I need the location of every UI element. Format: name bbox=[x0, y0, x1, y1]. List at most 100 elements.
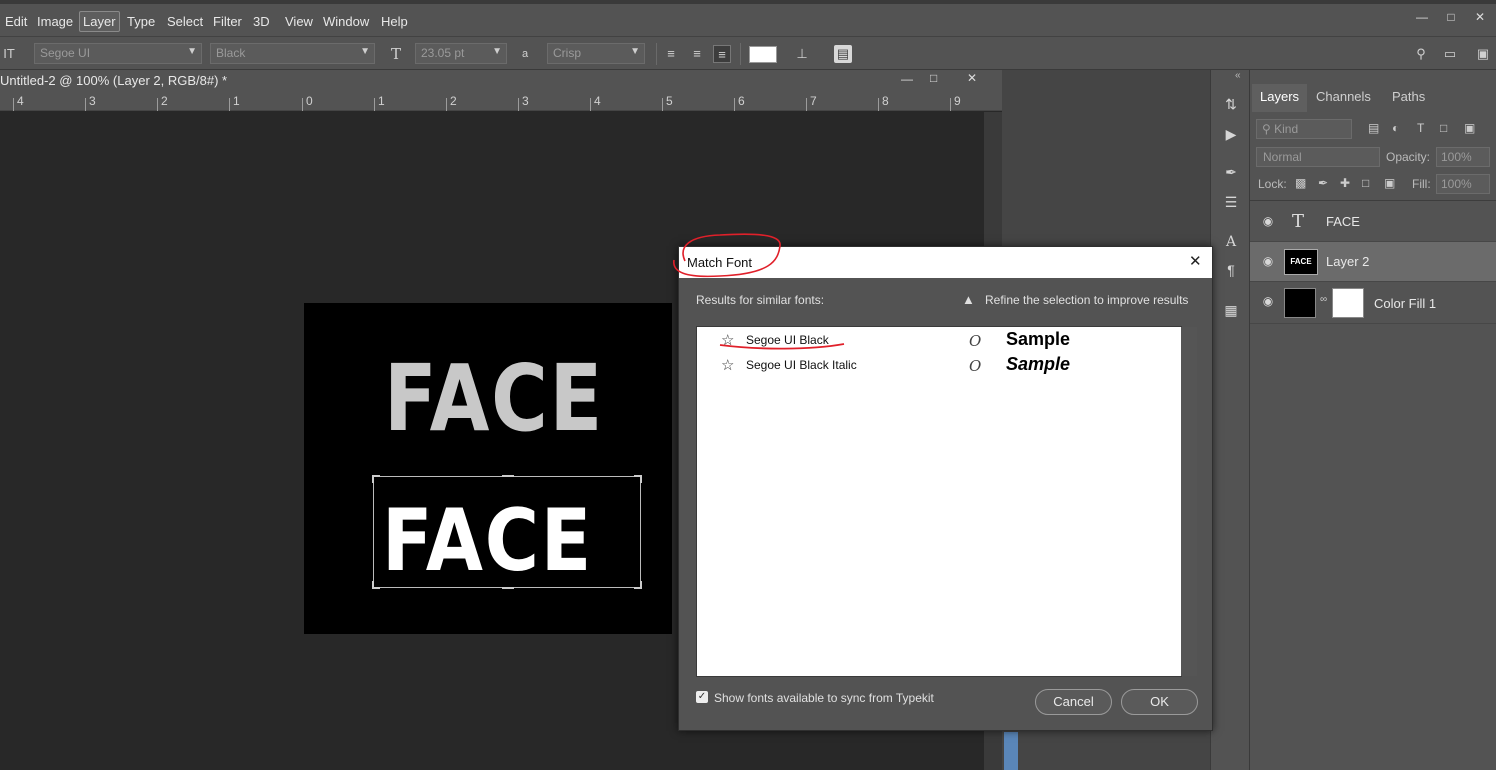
cancel-button[interactable]: Cancel bbox=[1035, 689, 1112, 715]
menu-bar: Edit Image Layer Type Select Filter 3D V… bbox=[0, 0, 1496, 36]
menu-edit[interactable]: Edit bbox=[2, 12, 30, 31]
lock-artboard-icon[interactable]: □ bbox=[1362, 176, 1369, 190]
document-canvas[interactable]: FACE FACE bbox=[304, 303, 672, 634]
opacity-label: Opacity: bbox=[1386, 150, 1431, 164]
results-scrollbar[interactable] bbox=[1181, 327, 1197, 676]
transform-handle[interactable] bbox=[502, 475, 514, 477]
smart-object-filter-icon[interactable]: ▣ bbox=[1464, 121, 1475, 135]
share-icon[interactable]: ▣ bbox=[1474, 45, 1492, 63]
adjustments-icon[interactable]: ☰ bbox=[1221, 192, 1241, 212]
transform-handle[interactable] bbox=[372, 581, 380, 589]
menu-view[interactable]: View bbox=[282, 12, 316, 31]
character-icon[interactable]: A bbox=[1221, 232, 1241, 252]
kind-filter-select[interactable]: ⚲ Kind bbox=[1256, 119, 1352, 139]
document-tab[interactable]: Untitled-2 @ 100% (Layer 2, RGB/8#) * — … bbox=[0, 70, 1002, 92]
ruler-label: 7 bbox=[810, 94, 817, 108]
doc-close-icon[interactable]: ✕ bbox=[967, 71, 977, 85]
close-icon[interactable]: ✕ bbox=[1189, 252, 1202, 270]
ok-button[interactable]: OK bbox=[1121, 689, 1198, 715]
ruler-label: 0 bbox=[306, 94, 313, 108]
doc-minimize-icon[interactable]: — bbox=[901, 72, 913, 86]
visibility-eye-icon[interactable]: ◉ bbox=[1260, 254, 1276, 270]
menu-window[interactable]: Window bbox=[320, 12, 372, 31]
typekit-checkbox[interactable]: ✓ bbox=[696, 691, 708, 703]
menu-filter[interactable]: Filter bbox=[210, 12, 245, 31]
font-style-select[interactable]: Black ▼ bbox=[210, 43, 375, 64]
type-filter-icon[interactable]: T bbox=[1417, 121, 1424, 135]
shape-filter-icon[interactable]: □ bbox=[1440, 121, 1447, 135]
image-filter-icon[interactable]: ▤ bbox=[1368, 121, 1379, 135]
blend-mode-select[interactable]: Normal bbox=[1256, 147, 1380, 167]
tab-layers[interactable]: Layers bbox=[1252, 84, 1308, 112]
warp-text-icon[interactable]: ⊥ bbox=[793, 45, 811, 63]
align-left-icon[interactable]: ≡ bbox=[662, 45, 680, 63]
transform-handle[interactable] bbox=[634, 475, 642, 483]
canvas-text-top: FACE bbox=[384, 345, 604, 452]
align-right-icon[interactable]: ≡ bbox=[713, 45, 731, 63]
horizontal-ruler: 4 3 2 1 0 1 2 3 4 5 6 7 8 9 bbox=[0, 92, 1002, 111]
font-result-name: Segoe UI Black Italic bbox=[746, 358, 857, 372]
menu-help[interactable]: Help bbox=[378, 12, 411, 31]
transform-bounding-box[interactable]: FACE bbox=[372, 475, 642, 591]
lock-pixels-icon[interactable]: ✒ bbox=[1318, 176, 1328, 190]
collapse-icon[interactable]: « bbox=[1235, 70, 1241, 81]
menu-select[interactable]: Select bbox=[164, 12, 206, 31]
font-family-select[interactable]: Segoe UI ▼ bbox=[34, 43, 202, 64]
fill-field[interactable]: 100% bbox=[1436, 174, 1490, 194]
tab-channels[interactable]: Channels bbox=[1308, 84, 1379, 112]
visibility-eye-icon[interactable]: ◉ bbox=[1260, 294, 1276, 310]
search-icon: ⚲ bbox=[1262, 122, 1275, 136]
history-icon[interactable]: ⇅ bbox=[1221, 94, 1241, 114]
refine-hint: Refine the selection to improve results bbox=[985, 293, 1189, 307]
divider bbox=[740, 43, 741, 65]
visibility-eye-icon[interactable]: ◉ bbox=[1260, 214, 1276, 230]
font-size-value: 23.05 pt bbox=[421, 46, 465, 60]
layers-panel: Layers Channels Paths ⚲ Kind ▤ ◐ T □ ▣ N… bbox=[1250, 70, 1496, 770]
menu-image[interactable]: Image bbox=[34, 12, 76, 31]
divider bbox=[656, 43, 657, 65]
lock-transparency-icon[interactable]: ▩ bbox=[1295, 176, 1306, 190]
ruler-label: 3 bbox=[522, 94, 529, 108]
font-size-icon: T bbox=[390, 45, 401, 63]
adjustment-filter-icon[interactable]: ◐ bbox=[1392, 121, 1399, 135]
libraries-icon[interactable]: ▦ bbox=[1221, 300, 1241, 320]
transform-handle[interactable] bbox=[372, 475, 380, 483]
transform-handle[interactable] bbox=[634, 581, 642, 589]
font-size-field[interactable]: 23.05 pt ▼ bbox=[415, 43, 507, 64]
ruler-label: 1 bbox=[378, 94, 385, 108]
ruler-label: 4 bbox=[594, 94, 601, 108]
layer-row[interactable]: ◉ T FACE bbox=[1250, 202, 1496, 242]
maximize-icon[interactable]: □ bbox=[1441, 10, 1461, 26]
typekit-label: Show fonts available to sync from Typeki… bbox=[714, 691, 934, 705]
font-sample: Sample bbox=[1006, 329, 1071, 349]
play-icon[interactable]: ▶ bbox=[1221, 124, 1241, 144]
minimize-icon[interactable]: — bbox=[1412, 10, 1432, 26]
opacity-field[interactable]: 100% bbox=[1436, 147, 1490, 167]
text-layer-icon: T bbox=[1292, 211, 1305, 232]
align-center-icon[interactable]: ≡ bbox=[688, 45, 706, 63]
ruler-label: 9 bbox=[954, 94, 961, 108]
blend-mode-value: Normal bbox=[1263, 150, 1302, 164]
lock-all-icon[interactable]: ▣ bbox=[1384, 176, 1395, 190]
paragraph-icon[interactable]: ¶ bbox=[1221, 260, 1241, 280]
favorite-star-icon[interactable]: ☆ bbox=[721, 356, 734, 374]
menu-3d[interactable]: 3D bbox=[250, 12, 273, 31]
character-panel-icon[interactable]: ▤ bbox=[834, 45, 852, 63]
brush-icon[interactable]: ✒ bbox=[1221, 162, 1241, 182]
layer-row[interactable]: ◉ ∞ Color Fill 1 bbox=[1250, 282, 1496, 324]
doc-maximize-icon[interactable]: □ bbox=[930, 71, 937, 85]
search-icon[interactable]: ⚲ bbox=[1412, 45, 1430, 63]
menu-type[interactable]: Type bbox=[124, 12, 158, 31]
layer-row[interactable]: ◉ FACE Layer 2 bbox=[1250, 242, 1496, 282]
tab-paths[interactable]: Paths bbox=[1384, 84, 1433, 112]
menu-layer[interactable]: Layer bbox=[79, 11, 120, 32]
text-color-swatch[interactable] bbox=[749, 46, 777, 63]
font-style-value: Black bbox=[216, 46, 246, 60]
close-icon[interactable]: ✕ bbox=[1470, 10, 1490, 26]
workspace-icon[interactable]: ▭ bbox=[1441, 45, 1459, 63]
font-result-row[interactable]: ☆ Segoe UI Black Italic O Sample bbox=[697, 353, 1183, 377]
text-tool-icon[interactable]: IT bbox=[0, 45, 18, 63]
lock-position-icon[interactable]: ✚ bbox=[1340, 176, 1350, 190]
divider bbox=[1250, 200, 1496, 201]
antialias-select[interactable]: Crisp ▼ bbox=[547, 43, 645, 64]
